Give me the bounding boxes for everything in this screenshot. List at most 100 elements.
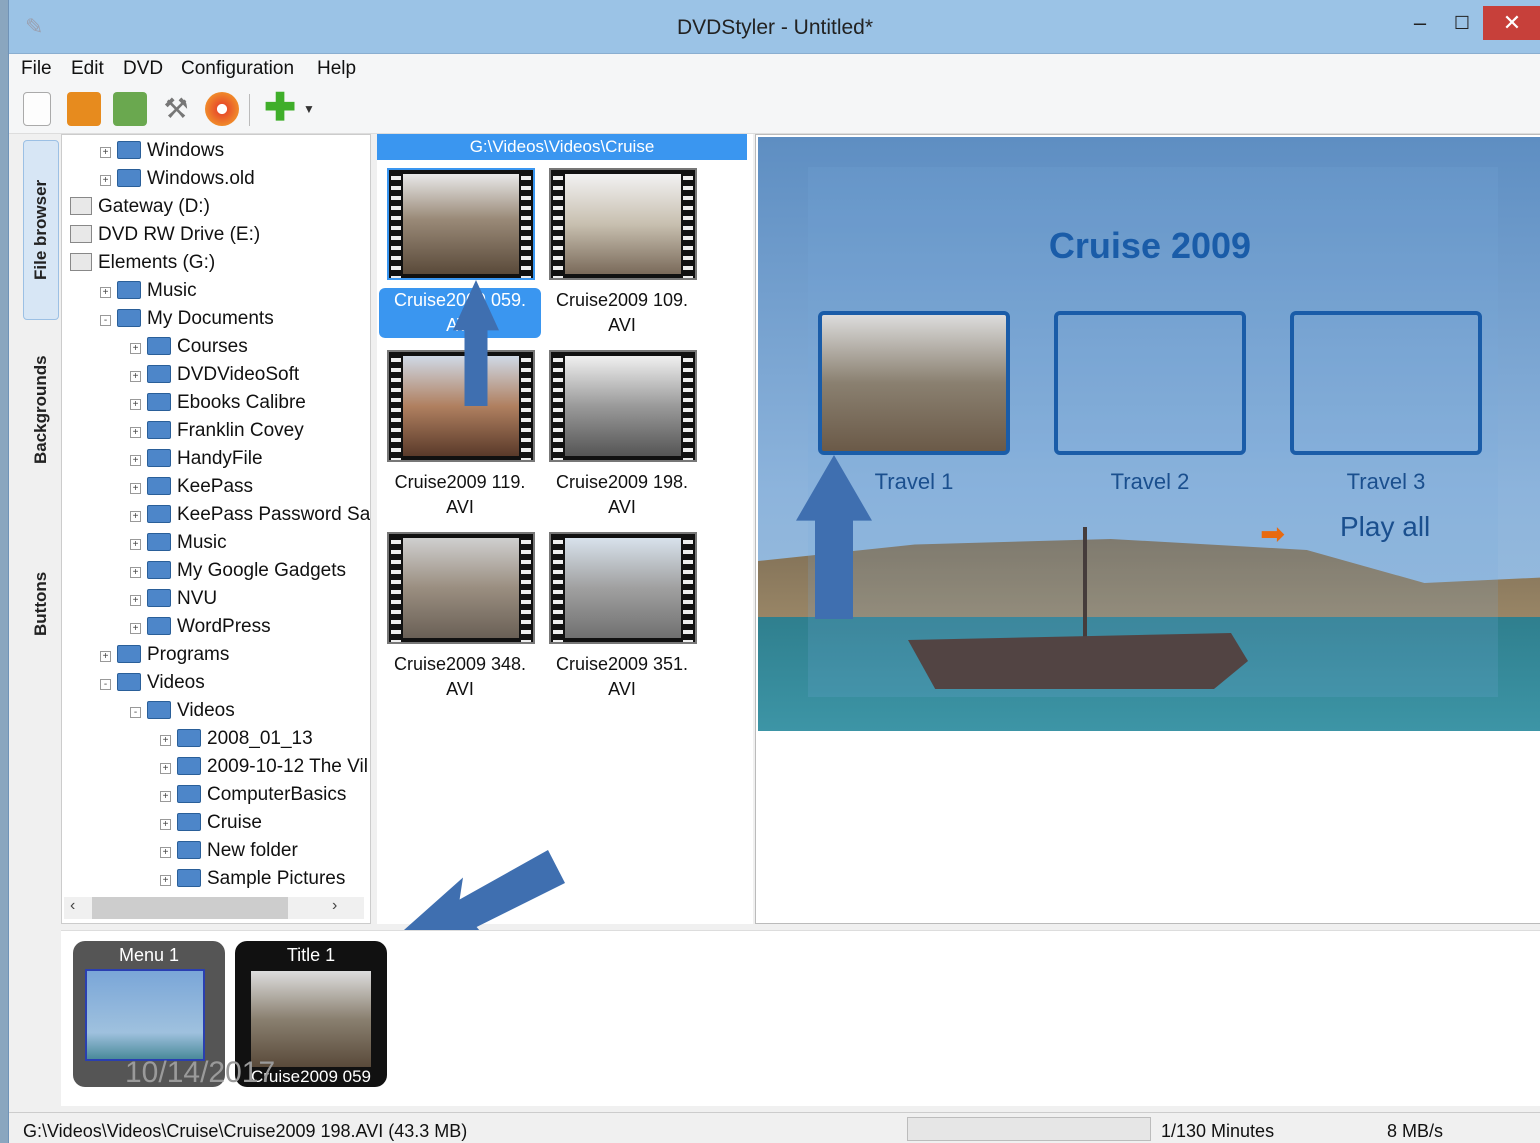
folder-icon xyxy=(117,141,141,159)
menu-file[interactable]: File xyxy=(21,58,52,80)
folder-icon xyxy=(147,533,171,551)
open-folder-icon[interactable] xyxy=(67,92,101,126)
wrench-settings-icon[interactable]: ⚒ xyxy=(159,92,193,126)
video-thumbnail[interactable] xyxy=(549,350,697,462)
tree-item[interactable]: + Sample Pictures xyxy=(160,865,345,893)
expand-icon[interactable]: + xyxy=(160,791,171,802)
add-dropdown-chevron-icon[interactable]: ▼ xyxy=(303,92,317,126)
tree-item[interactable]: + Music xyxy=(100,277,197,305)
expand-icon[interactable]: + xyxy=(130,427,141,438)
tree-item[interactable]: - Videos xyxy=(130,697,235,725)
tree-item[interactable]: DVD RW Drive (E:) xyxy=(70,221,260,249)
add-plus-icon[interactable]: ✚ xyxy=(263,89,297,127)
menu-title-text[interactable]: Cruise 2009 xyxy=(758,225,1540,267)
expand-icon[interactable]: + xyxy=(100,175,111,186)
tree-item[interactable]: + Programs xyxy=(100,641,229,669)
tree-item-label: Franklin Covey xyxy=(177,420,304,441)
menu-button-travel-3[interactable] xyxy=(1290,311,1482,455)
expand-icon[interactable]: + xyxy=(160,735,171,746)
tree-item[interactable]: + Ebooks Calibre xyxy=(130,389,306,417)
folder-icon xyxy=(117,673,141,691)
new-file-icon[interactable] xyxy=(23,92,51,126)
tree-item-label: 2009-10-12 The Vil xyxy=(207,756,368,777)
tree-item[interactable]: +2009-10-12 The Vil xyxy=(160,753,368,781)
video-caption[interactable]: Cruise2009 109. AVI xyxy=(541,288,703,338)
menu-help[interactable]: Help xyxy=(317,58,356,80)
tree-item[interactable]: + KeePass Password Safe xyxy=(130,501,370,529)
collapse-icon[interactable]: - xyxy=(100,315,111,326)
tree-item[interactable]: + Courses xyxy=(130,333,248,361)
tab-backgrounds[interactable]: Backgrounds xyxy=(23,340,59,480)
folder-icon xyxy=(117,281,141,299)
tree-item[interactable]: - My Documents xyxy=(100,305,274,333)
burn-dvd-icon[interactable] xyxy=(205,92,239,126)
video-thumbnail[interactable] xyxy=(549,532,697,644)
menu-button-travel-2[interactable] xyxy=(1054,311,1246,455)
collapse-icon[interactable]: - xyxy=(130,707,141,718)
menu-label-travel-3[interactable]: Travel 3 xyxy=(1290,469,1482,495)
expand-icon[interactable]: + xyxy=(130,455,141,466)
expand-icon[interactable]: + xyxy=(130,595,141,606)
tree-item-label: Music xyxy=(147,280,197,301)
video-caption[interactable]: Cruise2009 119. AVI xyxy=(379,470,541,520)
tree-item[interactable]: Gateway (D:) xyxy=(70,193,210,221)
tree-item[interactable]: + My Google Gadgets xyxy=(130,557,346,585)
video-caption[interactable]: Cruise2009 059.AVI xyxy=(379,288,541,338)
expand-icon[interactable]: + xyxy=(100,651,111,662)
maximize-button[interactable]: ☐ xyxy=(1445,6,1479,40)
tab-buttons[interactable]: Buttons xyxy=(23,554,59,654)
video-thumbnail[interactable] xyxy=(387,532,535,644)
expand-icon[interactable]: + xyxy=(130,511,141,522)
video-thumbnail[interactable] xyxy=(549,168,697,280)
expand-icon[interactable]: + xyxy=(160,875,171,886)
expand-icon[interactable]: + xyxy=(160,847,171,858)
tree-item-label: Windows xyxy=(147,140,225,161)
video-caption[interactable]: Cruise2009 198. AVI xyxy=(541,470,703,520)
tree-item[interactable]: + HandyFile xyxy=(130,445,263,473)
expand-icon[interactable]: + xyxy=(130,539,141,550)
tree-item[interactable]: +2008_01_13 xyxy=(160,725,313,753)
tree-item[interactable]: + Franklin Covey xyxy=(130,417,304,445)
menu-edit[interactable]: Edit xyxy=(71,58,104,80)
expand-icon[interactable]: + xyxy=(100,147,111,158)
tree-item[interactable]: + WordPress xyxy=(130,613,271,641)
expand-icon[interactable]: + xyxy=(130,399,141,410)
expand-icon[interactable]: + xyxy=(100,287,111,298)
menu-dvd[interactable]: DVD xyxy=(123,58,163,80)
video-thumbnail[interactable] xyxy=(387,350,535,462)
expand-icon[interactable]: + xyxy=(130,567,141,578)
tree-item[interactable]: + Windows.old xyxy=(100,165,255,193)
save-icon[interactable] xyxy=(113,92,147,126)
expand-icon[interactable]: + xyxy=(130,371,141,382)
tree-item[interactable]: + New folder xyxy=(160,837,298,865)
menu-button-travel-1[interactable] xyxy=(818,311,1010,455)
video-caption[interactable]: Cruise2009 351. AVI xyxy=(541,652,703,702)
expand-icon[interactable]: + xyxy=(130,343,141,354)
expand-icon[interactable]: + xyxy=(130,483,141,494)
tree-item[interactable]: Elements (G:) xyxy=(70,249,215,277)
video-thumbnail[interactable] xyxy=(387,168,535,280)
tree-item[interactable]: + ComputerBasics xyxy=(160,781,346,809)
tree-item[interactable]: + NVU xyxy=(130,585,217,613)
tree-item[interactable]: + KeePass xyxy=(130,473,253,501)
play-all-button[interactable]: Play all xyxy=(1340,511,1430,543)
minimize-button[interactable]: – xyxy=(1405,6,1435,40)
tab-file-browser[interactable]: File browser xyxy=(23,140,59,320)
video-caption[interactable]: Cruise2009 348. AVI xyxy=(379,652,541,702)
menu-configuration[interactable]: Configuration xyxy=(181,58,294,80)
tree-item[interactable]: + DVDVideoSoft xyxy=(130,361,299,389)
tree-item[interactable]: + Cruise xyxy=(160,809,262,837)
tree-item[interactable]: + Windows xyxy=(100,137,224,165)
tree-item[interactable]: - Videos xyxy=(100,669,205,697)
menu-label-travel-2[interactable]: Travel 2 xyxy=(1054,469,1246,495)
expand-icon[interactable]: + xyxy=(130,623,141,634)
scroll-right-chevron-icon[interactable]: › xyxy=(332,897,337,915)
close-button[interactable]: ✕ xyxy=(1483,6,1540,40)
collapse-icon[interactable]: - xyxy=(100,679,111,690)
scroll-left-chevron-icon[interactable]: ‹ xyxy=(70,897,75,915)
expand-icon[interactable]: + xyxy=(160,819,171,830)
expand-icon[interactable]: + xyxy=(160,763,171,774)
tree-hscroll-thumb[interactable] xyxy=(92,897,288,919)
tree-item[interactable]: + Music xyxy=(130,529,227,557)
folder-icon xyxy=(177,785,201,803)
